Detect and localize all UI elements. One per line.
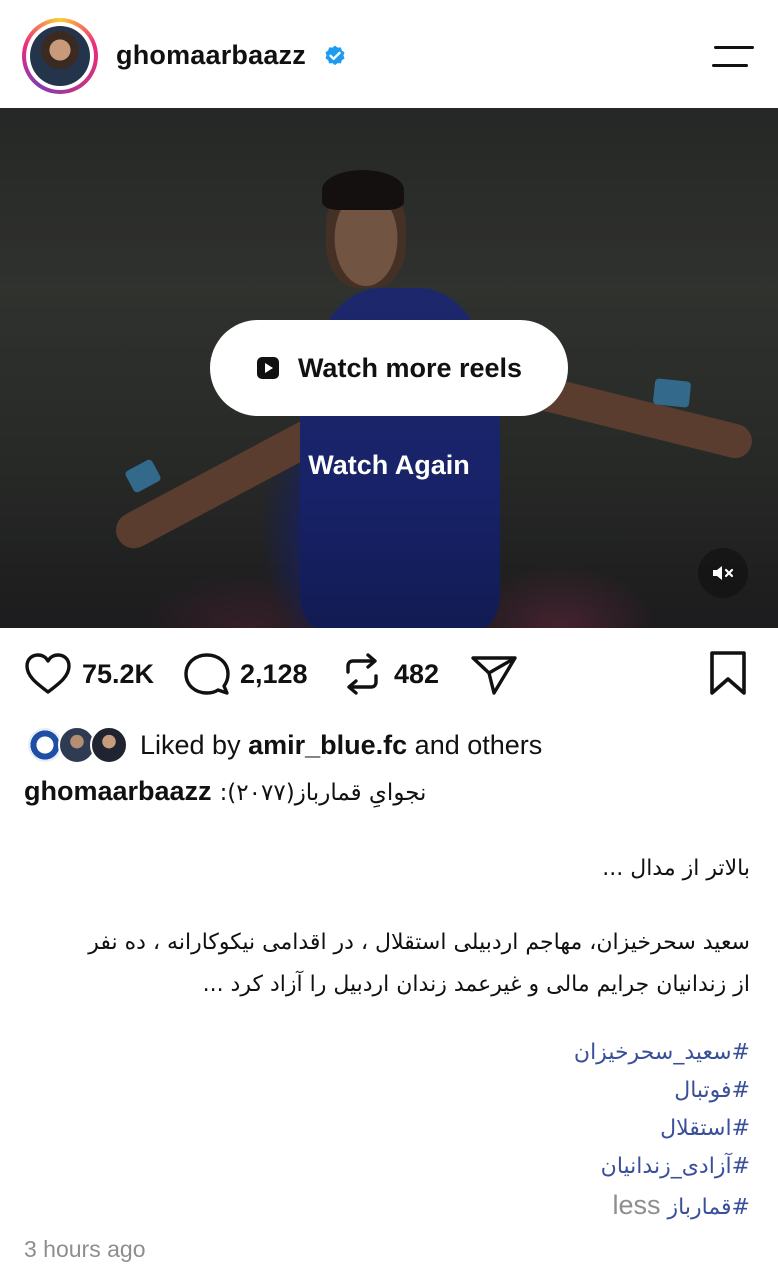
avatar-ring-gap — [26, 22, 94, 90]
hashtag-link[interactable]: #سعید_سحرخیزان — [20, 1034, 750, 1072]
caption-title: نجوایِ قمارباز(۲۰۷۷): — [219, 780, 427, 806]
caption-line: بالاتر از مدال ... — [602, 856, 750, 881]
mute-button[interactable] — [698, 548, 748, 598]
bookmark-icon — [710, 651, 746, 695]
post-timestamp: 3 hours ago — [24, 1236, 146, 1262]
caption-line: از زندانیان جرایم مالی و غیرعمد زندان ار… — [202, 972, 750, 997]
like-count: 75.2K — [82, 658, 155, 689]
action-bar: 75.2K 2,128 482 — [0, 644, 778, 704]
liked-by-avatars — [26, 724, 130, 766]
share-icon — [471, 656, 517, 695]
hashtag-link[interactable]: #قمارباز — [668, 1195, 750, 1220]
comment-button[interactable]: 2,128 — [184, 652, 308, 696]
watch-more-reels-button[interactable]: Watch more reels — [210, 320, 568, 416]
hashtag-row-last: #قمارباز less — [20, 1186, 750, 1227]
hashtag-link[interactable]: #آزادی_زندانیان — [20, 1148, 750, 1186]
caption-username[interactable]: ghomaarbaazz — [24, 776, 212, 807]
liked-by-suffix: and others — [414, 729, 543, 760]
like-button[interactable]: 75.2K — [24, 652, 154, 696]
save-button[interactable] — [708, 650, 748, 696]
comment-count: 2,128 — [240, 658, 308, 689]
post-header: ghomaarbaazz — [0, 0, 778, 108]
reel-video[interactable]: Watch more reels Watch Again — [0, 108, 778, 628]
hashtag-link[interactable]: #فوتبال — [20, 1072, 750, 1110]
comment-icon — [184, 653, 230, 695]
liked-by-row[interactable]: Liked by amir_blue.fc and others — [26, 724, 542, 766]
hashtag-list: #سعید_سحرخیزان #فوتبال #استقلال #آزادی_ز… — [20, 1034, 750, 1227]
menu-line — [712, 64, 748, 67]
caption-line: سعید سحرخیزان، مهاجم اردبیلی استقلال ، د… — [88, 930, 750, 955]
hashtag-link[interactable]: #استقلال — [20, 1110, 750, 1148]
menu-line — [714, 46, 754, 49]
repost-icon — [346, 653, 378, 695]
heart-icon — [25, 653, 71, 694]
verified-badge-icon — [325, 45, 345, 66]
caption-header: ghomaarbaazz نجوایِ قمارباز(۲۰۷۷): — [24, 776, 426, 807]
avatar — [90, 726, 128, 764]
liked-by-user[interactable]: amir_blue.fc — [248, 730, 407, 760]
less-button[interactable]: less — [613, 1190, 661, 1220]
caption-paragraph: سعید سحرخیزان، مهاجم اردبیلی استقلال ، د… — [20, 922, 750, 1006]
muted-speaker-icon — [713, 566, 734, 580]
repost-count: 482 — [394, 658, 440, 689]
watch-more-reels-label: Watch more reels — [297, 352, 523, 383]
watch-again-button[interactable]: Watch Again — [0, 450, 778, 481]
username[interactable]: ghomaarbaazz — [116, 40, 306, 71]
avatar — [30, 26, 90, 86]
profile-avatar-story-ring[interactable] — [22, 18, 98, 94]
play-reels-icon — [256, 357, 279, 379]
repost-button[interactable]: 482 — [340, 652, 439, 696]
liked-by-text: Liked by amir_blue.fc and others — [140, 730, 542, 761]
liked-by-prefix: Liked by — [140, 729, 241, 760]
hamburger-menu-icon[interactable] — [708, 40, 756, 74]
share-button[interactable] — [470, 654, 518, 696]
